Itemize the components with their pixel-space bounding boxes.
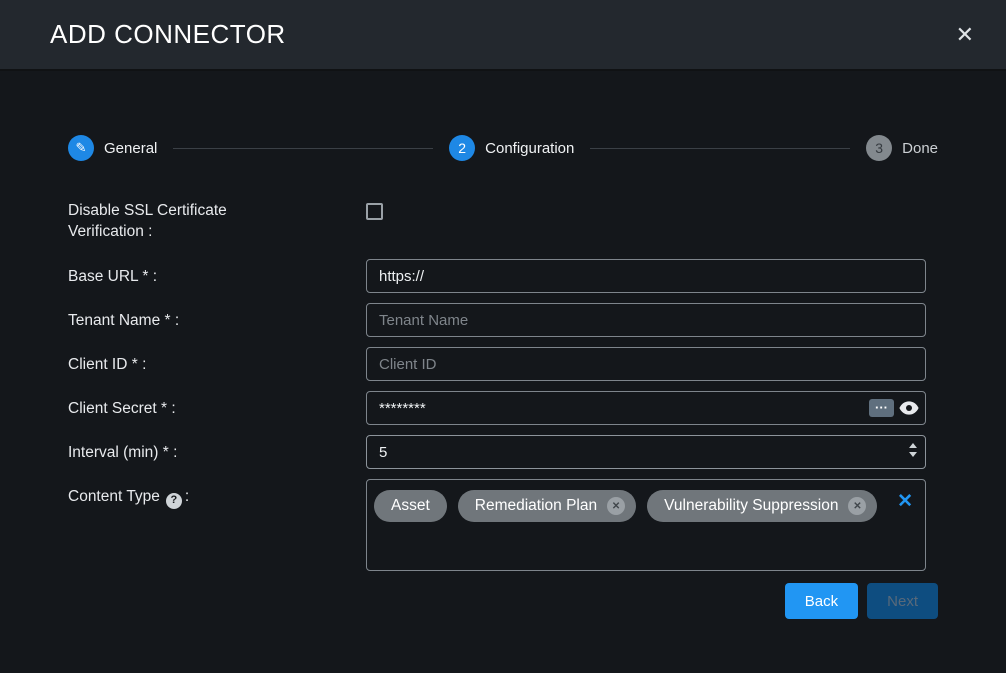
step-2-badge: 2	[449, 135, 475, 161]
modal-body: ✎ General 2 Configuration 3 Done Disable…	[0, 71, 1006, 673]
close-icon: ✕	[956, 22, 974, 47]
tag-label: Asset	[391, 497, 430, 515]
tenant-name-input[interactable]	[366, 303, 926, 337]
stepper: ✎ General 2 Configuration 3 Done	[68, 135, 938, 161]
content-type-label: Content Type?:	[68, 479, 366, 509]
client-secret-row: Client Secret * : ···	[68, 391, 938, 425]
tenant-name-row: Tenant Name * :	[68, 303, 938, 337]
content-type-field: Asset Remediation Plan ✕ Vulnerability S…	[366, 479, 926, 571]
tenant-name-field	[366, 303, 926, 337]
clear-icon: ✕	[897, 491, 913, 512]
ellipsis-icon: ···	[875, 400, 888, 415]
connector-form: Disable SSL Certificate Verification : B…	[68, 200, 938, 619]
content-type-multiselect[interactable]: Asset Remediation Plan ✕ Vulnerability S…	[366, 479, 926, 571]
step-general[interactable]: ✎ General	[68, 135, 157, 161]
chevron-up-icon[interactable]	[909, 443, 917, 448]
interval-row: Interval (min) * :	[68, 435, 938, 469]
clear-all-button[interactable]: ✕	[897, 492, 913, 511]
modal-header: ADD CONNECTOR ✕	[0, 0, 1006, 71]
step-connector-line	[590, 148, 850, 149]
step-connector-line	[173, 148, 433, 149]
tag-asset[interactable]: Asset	[374, 490, 447, 522]
base-url-row: Base URL * :	[68, 259, 938, 293]
content-type-row: Content Type?: Asset Remediation Plan ✕	[68, 479, 938, 571]
step-3-badge: 3	[866, 135, 892, 161]
tag-label: Remediation Plan	[475, 497, 597, 515]
tag-vulnerability-suppression[interactable]: Vulnerability Suppression ✕	[647, 490, 877, 522]
content-type-label-text: Content Type	[68, 488, 160, 505]
chevron-down-icon[interactable]	[909, 452, 917, 457]
show-secret-button[interactable]	[899, 401, 919, 415]
modal-title: ADD CONNECTOR	[50, 19, 286, 50]
base-url-field	[366, 259, 926, 293]
ssl-row: Disable SSL Certificate Verification :	[68, 200, 938, 242]
step-configuration[interactable]: 2 Configuration	[449, 135, 574, 161]
client-secret-label: Client Secret * :	[68, 391, 366, 419]
client-id-input[interactable]	[366, 347, 926, 381]
base-url-input[interactable]	[366, 259, 926, 293]
step-done-label: Done	[902, 140, 938, 157]
ssl-checkbox[interactable]	[366, 203, 383, 220]
next-button[interactable]: Next	[867, 583, 938, 619]
client-id-label: Client ID * :	[68, 347, 366, 375]
tag-list: Asset Remediation Plan ✕ Vulnerability S…	[374, 490, 881, 522]
ssl-label: Disable SSL Certificate Verification :	[68, 200, 366, 242]
interval-field	[366, 435, 926, 469]
interval-label: Interval (min) * :	[68, 435, 366, 463]
base-url-label: Base URL * :	[68, 259, 366, 287]
footer-actions: Back Next	[68, 583, 938, 619]
add-connector-modal: ADD CONNECTOR ✕ ✎ General 2 Configuratio…	[0, 0, 1006, 673]
interval-input[interactable]	[366, 435, 926, 469]
tenant-name-label: Tenant Name * :	[68, 303, 366, 331]
client-secret-input[interactable]	[366, 391, 926, 425]
back-button[interactable]: Back	[785, 583, 858, 619]
step-configuration-label: Configuration	[485, 140, 574, 157]
content-type-colon: :	[185, 488, 189, 505]
interval-stepper[interactable]	[907, 440, 919, 460]
secret-more-button[interactable]: ···	[869, 399, 894, 417]
tag-remediation-plan[interactable]: Remediation Plan ✕	[458, 490, 636, 522]
client-secret-field: ···	[366, 391, 926, 425]
step-done: 3 Done	[866, 135, 938, 161]
client-id-row: Client ID * :	[68, 347, 938, 381]
tag-remove-icon[interactable]: ✕	[607, 497, 625, 515]
ssl-field	[366, 200, 926, 225]
tag-label: Vulnerability Suppression	[664, 497, 838, 515]
help-icon[interactable]: ?	[166, 493, 182, 509]
step-general-label: General	[104, 140, 157, 157]
client-id-field	[366, 347, 926, 381]
tag-remove-icon[interactable]: ✕	[848, 497, 866, 515]
eye-icon	[899, 403, 919, 418]
pencil-icon: ✎	[68, 135, 94, 161]
close-button[interactable]: ✕	[956, 24, 974, 46]
